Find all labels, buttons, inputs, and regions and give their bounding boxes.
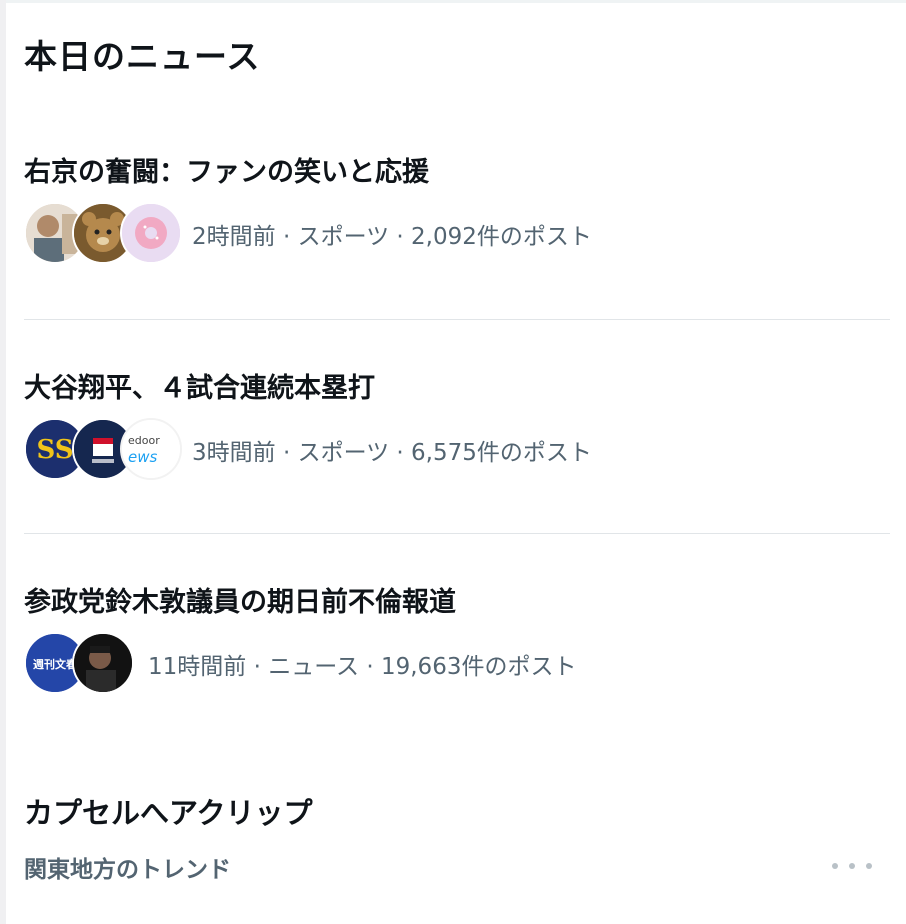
- news-meta: 3時間前 · スポーツ · 6,575件のポスト: [192, 440, 592, 466]
- news-meta: 11時間前 · ニュース · 19,663件のポスト: [148, 654, 577, 680]
- news-item-3[interactable]: 参政党鈴木敦議員の期日前不倫報道 週刊文春 11時間前 · ニュース · 19,…: [6, 580, 906, 710]
- livedoor-text: edoor: [128, 434, 160, 447]
- donut-avatar: [120, 202, 182, 264]
- news-headline: 右京の奮闘：ファンの笑いと応援: [24, 157, 429, 188]
- divider: [24, 319, 890, 320]
- svg-text:SS: SS: [37, 435, 74, 465]
- news-item-1[interactable]: 右京の奮闘：ファンの笑いと応援 2時間前 · スポーツ · 2,092件のポスト: [6, 150, 906, 320]
- news-headline: 参政党鈴木敦議員の期日前不倫報道: [24, 587, 456, 618]
- person-photo-avatar: [72, 632, 134, 694]
- dot-icon: [832, 863, 838, 869]
- top-divider: [6, 0, 906, 3]
- news-meta: 2時間前 · スポーツ · 2,092件のポスト: [192, 224, 592, 250]
- news-item-2[interactable]: 大谷翔平、４試合連続本塁打 SS edoor ews 3時間前 · スポーツ ·…: [6, 366, 906, 534]
- news-panel: 本日のニュース 右京の奮闘：ファンの笑いと応援 2時間前 · スポーツ · 2,…: [6, 0, 906, 924]
- news-text: ews: [128, 448, 157, 466]
- divider: [24, 533, 890, 534]
- capsule-title[interactable]: カプセルへアクリップ: [24, 790, 313, 832]
- trend-category: 関東地方のトレンド: [24, 857, 231, 883]
- more-options-button[interactable]: [832, 852, 872, 880]
- dot-icon: [866, 863, 872, 869]
- dot-icon: [849, 863, 855, 869]
- livedoor-news-avatar: edoor ews: [120, 418, 182, 480]
- section-title: 本日のニュース: [24, 37, 261, 76]
- news-headline: 大谷翔平、４試合連続本塁打: [24, 373, 375, 404]
